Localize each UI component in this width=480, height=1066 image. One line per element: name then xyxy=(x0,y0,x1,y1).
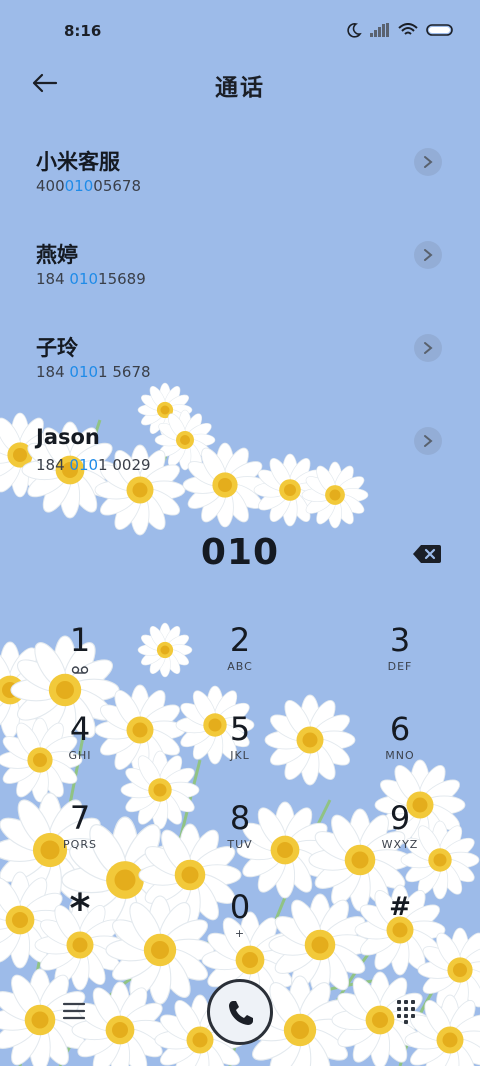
moon-icon xyxy=(347,23,362,38)
key-letters: + xyxy=(234,927,246,940)
contact-result-item[interactable]: 子玲 184 0101 5678 xyxy=(0,314,480,407)
key-digit: 0 xyxy=(229,888,251,926)
key-digit: 2 xyxy=(229,621,251,659)
phone-icon xyxy=(229,1001,253,1025)
backspace-icon xyxy=(413,545,441,563)
signal-icon xyxy=(370,23,389,37)
key-digit: 3 xyxy=(389,621,411,659)
matched-digits: 010 xyxy=(69,456,99,474)
contact-number: 184 0101 5678 xyxy=(36,363,151,381)
dialpad-icon xyxy=(397,1000,415,1024)
key-letters: GHI xyxy=(68,749,92,762)
key-2[interactable]: 2 ABC xyxy=(180,620,300,700)
page-title: 通话 xyxy=(215,75,265,101)
status-bar: 8:16 xyxy=(0,0,480,62)
dialed-number-display[interactable]: 010 xyxy=(0,532,480,573)
contact-result-item[interactable]: 小米客服 40001005678 xyxy=(0,128,480,221)
key-digit: # xyxy=(389,892,411,922)
backspace-button[interactable] xyxy=(412,543,442,565)
wifi-icon xyxy=(398,23,418,35)
key-letters: ABC xyxy=(227,660,253,673)
key-digit: 6 xyxy=(389,710,411,748)
contact-result-item[interactable]: 燕婷 184 01015689 xyxy=(0,221,480,314)
status-time: 8:16 xyxy=(64,22,102,40)
contact-number: 40001005678 xyxy=(36,177,141,195)
key-letters: JKL xyxy=(230,749,250,762)
key-digit: 9 xyxy=(389,799,411,837)
bottom-action-bar xyxy=(0,975,480,1055)
status-icons xyxy=(346,22,454,38)
key-hash[interactable]: # xyxy=(340,887,460,967)
top-bar: 通话 xyxy=(0,60,480,108)
key-6[interactable]: 6 MNO xyxy=(340,709,460,789)
contact-name: 子玲 xyxy=(36,336,78,360)
contact-number: 184 0101 0029 xyxy=(36,456,151,474)
dialpad-toggle-button[interactable] xyxy=(394,997,418,1025)
matched-digits: 010 xyxy=(69,270,99,288)
matched-contacts-list: 小米客服 40001005678 燕婷 184 01015689 子玲 184 … xyxy=(0,128,480,500)
key-0[interactable]: 0 + xyxy=(180,887,300,967)
chevron-right-icon xyxy=(424,249,433,261)
key-letters: TUV xyxy=(227,838,253,851)
contact-number: 184 01015689 xyxy=(36,270,146,288)
matched-digits: 010 xyxy=(69,363,99,381)
key-4[interactable]: 4 GHI xyxy=(20,709,140,789)
key-letters: DEF xyxy=(387,660,413,673)
contact-detail-button[interactable] xyxy=(414,334,442,362)
key-5[interactable]: 5 JKL xyxy=(180,709,300,789)
chevron-right-icon xyxy=(424,435,433,447)
key-8[interactable]: 8 TUV xyxy=(180,798,300,878)
battery-icon xyxy=(426,24,453,36)
key-digit: 1 xyxy=(69,621,91,659)
contact-detail-button[interactable] xyxy=(414,148,442,176)
call-button[interactable] xyxy=(207,979,273,1045)
key-digit: * xyxy=(69,886,91,932)
contact-name: 小米客服 xyxy=(36,150,120,174)
key-digit: 7 xyxy=(69,799,91,837)
key-letters: PQRS xyxy=(63,838,97,851)
key-7[interactable]: 7 PQRS xyxy=(20,798,140,878)
chevron-right-icon xyxy=(424,156,433,168)
contact-result-item[interactable]: Jason 184 0101 0029 xyxy=(0,407,480,500)
menu-button[interactable] xyxy=(60,999,88,1023)
contact-name: Jason xyxy=(36,425,100,449)
contact-detail-button[interactable] xyxy=(414,241,442,269)
key-digit: 5 xyxy=(229,710,251,748)
key-9[interactable]: 9 WXYZ xyxy=(340,798,460,878)
chevron-right-icon xyxy=(424,342,433,354)
key-letters: MNO xyxy=(385,749,415,762)
key-star[interactable]: * xyxy=(20,887,140,967)
key-digit: 8 xyxy=(229,799,251,837)
contact-detail-button[interactable] xyxy=(414,427,442,455)
key-1[interactable]: 1 xyxy=(20,620,140,700)
voicemail-icon xyxy=(71,666,89,674)
matched-digits: 010 xyxy=(64,177,94,195)
key-digit: 4 xyxy=(69,710,91,748)
key-letters: WXYZ xyxy=(381,838,419,851)
key-3[interactable]: 3 DEF xyxy=(340,620,460,700)
contact-name: 燕婷 xyxy=(36,243,78,267)
menu-icon xyxy=(62,1002,86,1020)
